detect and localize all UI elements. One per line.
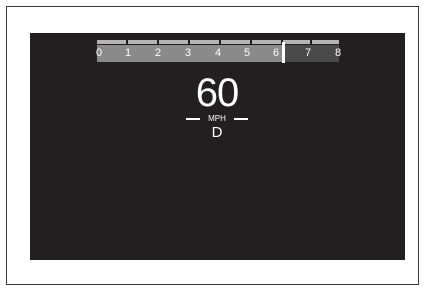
unit-divider-right — [234, 118, 248, 120]
gear-indicator: D — [211, 124, 223, 141]
tachometer-label: 5 — [243, 47, 251, 59]
unit-divider-left — [186, 118, 200, 120]
tachometer-label: 1 — [124, 47, 132, 59]
tachometer-label: 0 — [95, 47, 103, 59]
tachometer-label: 3 — [184, 47, 192, 59]
tachometer-needle — [282, 42, 285, 63]
head-up-display-screen — [30, 33, 405, 260]
tachometer-label: 7 — [304, 47, 312, 59]
tachometer-tick-strip — [97, 40, 339, 44]
tachometer-label: 4 — [214, 47, 222, 59]
tachometer-label: 6 — [272, 47, 280, 59]
tachometer-label: 8 — [334, 47, 342, 59]
tachometer-label: 2 — [154, 47, 162, 59]
speed-readout: 60 — [195, 71, 240, 115]
tachometer-bar: 0 1 2 3 4 5 6 7 8 — [96, 40, 342, 63]
